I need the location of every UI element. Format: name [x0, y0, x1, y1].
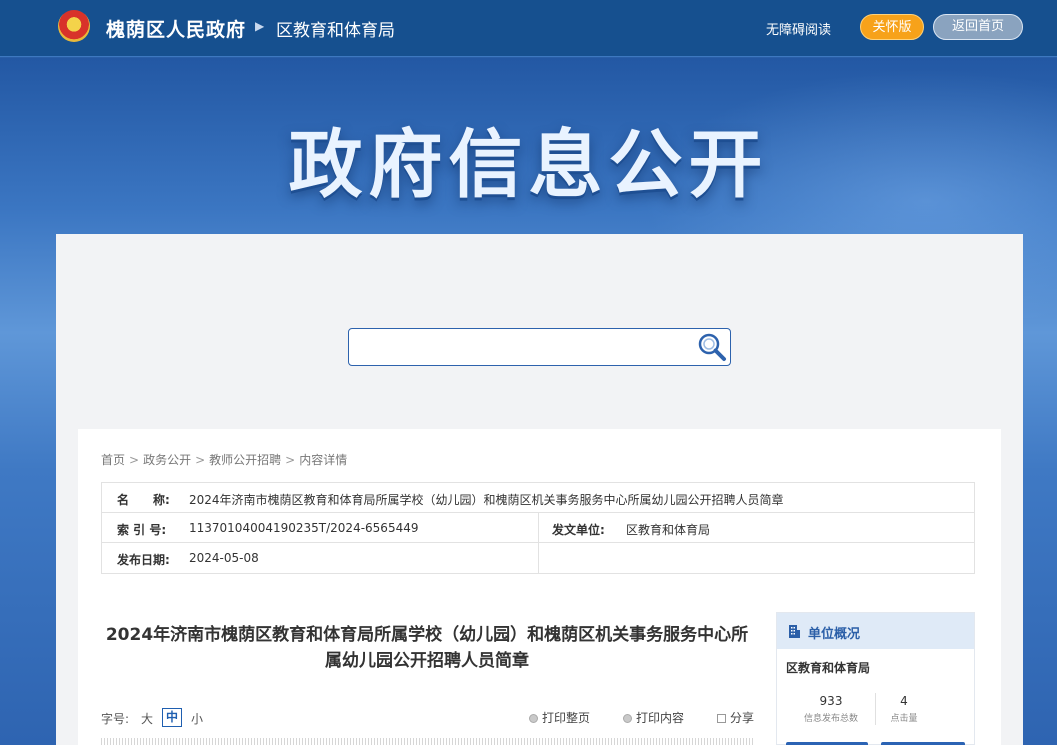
- print-page-icon: [529, 714, 538, 723]
- breadcrumb: 首页 > 政务公开 > 教师公开招聘 > 内容详情: [101, 451, 347, 468]
- meta-name-label: 名 称:: [117, 493, 170, 507]
- breadcrumb-public-affairs[interactable]: 政务公开: [143, 453, 191, 467]
- breadcrumb-home[interactable]: 首页: [101, 453, 125, 467]
- dotted-divider: [101, 738, 754, 745]
- top-header-bar: 槐荫区人民政府 ▶ 区教育和体育局 无障碍阅读 关怀版 返回首页: [0, 0, 1057, 57]
- accessibility-reading-link[interactable]: 无障碍阅读: [766, 19, 831, 38]
- national-emblem-icon: [58, 10, 90, 42]
- font-size-medium-button[interactable]: 中: [162, 708, 182, 727]
- document-meta-table: 名 称: 2024年济南市槐荫区教育和体育局所属学校（幼儿园）和槐荫区机关事务服…: [101, 482, 975, 574]
- share-label: 分享: [730, 711, 755, 725]
- unit-overview-panel: 单位概况 区教育和体育局 933 信息发布总数 4 点击量: [776, 612, 975, 745]
- meta-name-value: 2024年济南市槐荫区教育和体育局所属学校（幼儿园）和槐荫区机关事务服务中心所属…: [189, 493, 784, 507]
- search-input[interactable]: [348, 328, 731, 366]
- unit-overview-heading: 单位概况: [808, 627, 861, 642]
- font-size-label: 字号:: [101, 712, 130, 726]
- print-page-button[interactable]: 打印整页: [529, 709, 590, 726]
- print-page-label: 打印整页: [542, 711, 591, 725]
- total-publications-label: 信息发布总数: [803, 714, 858, 724]
- unit-overview-header: 单位概况: [777, 613, 974, 649]
- search-icon[interactable]: [696, 332, 728, 362]
- print-content-label: 打印内容: [636, 711, 685, 725]
- share-icon: [717, 714, 726, 723]
- meta-issuer-label: 发文单位:: [552, 523, 605, 537]
- care-mode-button[interactable]: 关怀版: [860, 14, 924, 40]
- meta-issuer-value: 区教育和体育局: [626, 523, 711, 537]
- breadcrumb-separator: >: [285, 453, 296, 467]
- department-name[interactable]: 区教育和体育局: [276, 16, 395, 41]
- unit-department-name: 区教育和体育局: [786, 661, 871, 675]
- click-count-stat: 4 点击量: [864, 694, 944, 724]
- meta-divider: [538, 513, 539, 573]
- article-title: 2024年济南市槐荫区教育和体育局所属学校（幼儿园）和槐荫区机关事务服务中心所属…: [105, 625, 749, 671]
- meta-date-label: 发布日期:: [117, 553, 170, 567]
- share-button[interactable]: 分享: [717, 709, 754, 726]
- site-name[interactable]: 槐荫区人民政府: [106, 15, 246, 42]
- font-size-small-button[interactable]: 小: [191, 710, 203, 727]
- total-publications-number: 933: [819, 694, 843, 708]
- breadcrumb-content-detail[interactable]: 内容详情: [299, 453, 347, 467]
- total-publications-stat: 933 信息发布总数: [791, 694, 871, 724]
- triangle-right-icon: ▶: [255, 19, 265, 33]
- breadcrumb-teacher-recruitment[interactable]: 教师公开招聘: [209, 453, 281, 467]
- click-count-label: 点击量: [890, 714, 918, 724]
- banner-title: 政府信息公开: [288, 122, 769, 208]
- breadcrumb-separator: >: [129, 453, 140, 467]
- meta-date-value: 2024-05-08: [189, 551, 259, 565]
- meta-index-value: 11370104004190235T/2024-6565449: [189, 521, 419, 535]
- meta-row-name: 名 称: 2024年济南市槐荫区教育和体育局所属学校（幼儿园）和槐荫区机关事务服…: [102, 483, 974, 513]
- print-content-icon: [623, 714, 632, 723]
- font-size-large-button[interactable]: 大: [141, 710, 153, 727]
- back-home-button[interactable]: 返回首页: [933, 14, 1023, 40]
- building-icon: [789, 625, 800, 638]
- breadcrumb-separator: >: [195, 453, 206, 467]
- print-content-button[interactable]: 打印内容: [623, 709, 684, 726]
- meta-index-label: 索 引 号:: [117, 523, 167, 537]
- click-count-number: 4: [900, 694, 908, 708]
